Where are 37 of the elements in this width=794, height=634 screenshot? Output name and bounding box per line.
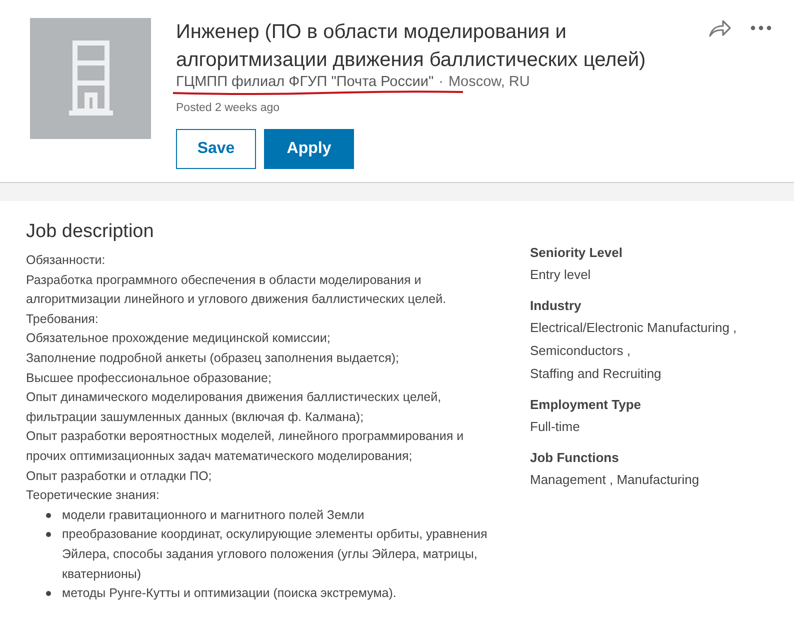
description-text: Опыт разработки вероятностных моделей, линейного программирования и прочих оптимизационных задач математического моделирования; (26, 428, 465, 465)
section-heading: Job description (26, 221, 155, 243)
company-link[interactable]: ГЦМПП филиал ФГУП "Почта России" (176, 74, 434, 90)
bullet-icon (46, 512, 51, 518)
save-button[interactable]: Save (176, 129, 256, 169)
description-text: Требования: (26, 310, 100, 328)
bullet-icon (46, 591, 51, 596)
bullet-text: преобразование координат, оскулирующие элементы орбиты, уравнения Эйлера, способы задания углового положения (углы Эйлера, матрицы, кватернионы) (62, 526, 488, 583)
bullet-text: модели гравитационного и магнитного полей Земли (62, 506, 364, 524)
separator-dot: · (438, 74, 444, 90)
criteria-label: Industry (530, 297, 582, 315)
criteria-label: Employment Type (530, 396, 642, 414)
job-title: Инженер (ПО в области моделирования и алгоритмизации движения баллистических целей) (176, 20, 647, 73)
criteria-value: Management , Manufacturing (530, 471, 700, 489)
description-text: Разработка программного обеспечения в области моделирования и алгоритмизации линейного и углового движения баллистических целей. (26, 272, 448, 308)
building-icon (68, 38, 112, 118)
apply-button[interactable]: Apply (264, 129, 354, 169)
description-text: Обязательное прохождение медицинской комиссии; (26, 330, 332, 348)
criteria-value: Staffing and Recruiting (530, 365, 662, 383)
description-text: Опыт динамического моделирования движения баллистических целей, фильтрации зашумленных данных (включая ф. Калмана); (26, 389, 442, 426)
bullet-icon (46, 532, 51, 538)
criteria-value: Full-time (530, 418, 581, 436)
criteria-label: Job Functions (530, 449, 620, 467)
share-icon[interactable] (708, 18, 732, 38)
criteria-value: Entry level (530, 266, 592, 284)
description-text: Высшее профессиональное образование; (26, 370, 272, 387)
criteria-value: Electrical/Electronic Manufacturing , (530, 319, 737, 337)
description-text: Опыт разработки и отладки ПО; (26, 468, 213, 485)
more-icon[interactable] (750, 25, 772, 31)
bullet-text: методы Рунге-Кутты и оптимизации (поиска экстремума). (62, 585, 396, 602)
description-text: Теоретические знания: (26, 487, 160, 504)
job-location: Moscow, RU (448, 74, 530, 90)
criteria-value: Semiconductors , (530, 342, 632, 360)
description-text: Обязанности: (26, 252, 106, 269)
criteria-label: Seniority Level (530, 244, 624, 262)
description-text: Заполнение подробной анкеты (образец заполнения выдается); (26, 350, 400, 367)
posted-date: Posted 2 weeks ago (176, 102, 281, 114)
